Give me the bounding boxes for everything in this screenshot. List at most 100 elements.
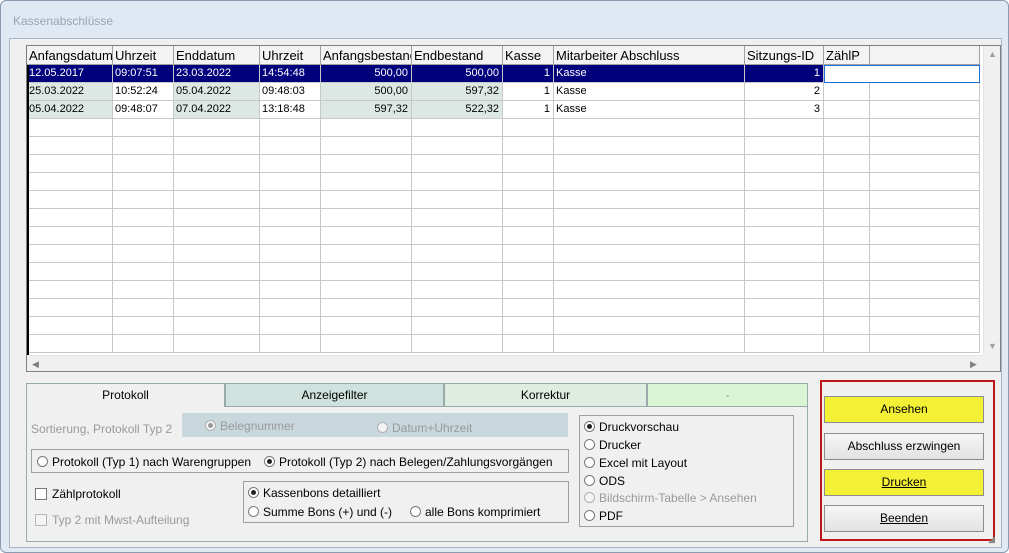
- cell-anfangsdatum[interactable]: [27, 317, 113, 335]
- typ1-radio[interactable]: Protokoll (Typ 1) nach Warengruppen: [37, 455, 251, 469]
- summe-bons-radio[interactable]: Summe Bons (+) und (-): [248, 505, 392, 519]
- cell-zaehlp[interactable]: [824, 137, 870, 155]
- cell-sitzungs-id[interactable]: [745, 173, 824, 191]
- cell-uhrzeit-start[interactable]: [113, 173, 174, 191]
- empty-table-row[interactable]: [27, 263, 980, 281]
- cell-uhrzeit-end[interactable]: [260, 281, 321, 299]
- cell-anfangsdatum[interactable]: 25.03.2022: [27, 83, 113, 101]
- cell-uhrzeit-start[interactable]: [113, 137, 174, 155]
- empty-table-row[interactable]: [27, 191, 980, 209]
- cell-empty[interactable]: [870, 281, 980, 299]
- cell-empty[interactable]: [870, 335, 980, 353]
- cell-mitarbeiter[interactable]: [554, 299, 745, 317]
- cell-uhrzeit-end[interactable]: [260, 137, 321, 155]
- cell-empty[interactable]: [870, 101, 980, 119]
- tab-protokoll[interactable]: Protokoll: [26, 383, 225, 409]
- cell-uhrzeit-start[interactable]: [113, 335, 174, 353]
- cell-sitzungs-id[interactable]: [745, 299, 824, 317]
- cell-mitarbeiter[interactable]: [554, 209, 745, 227]
- cell-anfangsbestand[interactable]: [321, 173, 412, 191]
- cell-uhrzeit-end[interactable]: [260, 173, 321, 191]
- abschluss-erzwingen-button[interactable]: Abschluss erzwingen: [824, 433, 984, 460]
- cell-sitzungs-id[interactable]: [745, 263, 824, 281]
- cell-uhrzeit-start[interactable]: [113, 227, 174, 245]
- cell-zaehlp[interactable]: [824, 155, 870, 173]
- cell-empty[interactable]: [870, 299, 980, 317]
- scroll-right-icon[interactable]: ▶: [965, 356, 982, 371]
- cell-empty[interactable]: [870, 119, 980, 137]
- cell-zaehlp[interactable]: [824, 83, 870, 101]
- cell-zaehlp[interactable]: [824, 335, 870, 353]
- cell-endbestand[interactable]: [412, 263, 503, 281]
- cell-enddatum[interactable]: [174, 119, 260, 137]
- col-zaehlp[interactable]: ZählP: [824, 46, 870, 65]
- cell-uhrzeit-start[interactable]: 09:48:07: [113, 101, 174, 119]
- cell-anfangsbestand[interactable]: 500,00: [321, 83, 412, 101]
- tab-anzeigefilter[interactable]: Anzeigefilter: [225, 383, 444, 407]
- table-row[interactable]: 12.05.2017 09:07:51 23.03.2022 14:54:48 500,…: [27, 65, 980, 83]
- cell-anfangsbestand[interactable]: [321, 335, 412, 353]
- empty-table-row[interactable]: [27, 317, 980, 335]
- horizontal-scrollbar[interactable]: ◀ ▶: [27, 355, 984, 371]
- cell-anfangsdatum[interactable]: [27, 209, 113, 227]
- empty-table-row[interactable]: [27, 209, 980, 227]
- cell-mitarbeiter[interactable]: [554, 191, 745, 209]
- cell-uhrzeit-end[interactable]: [260, 191, 321, 209]
- cell-anfangsdatum[interactable]: [27, 155, 113, 173]
- cell-uhrzeit-end[interactable]: [260, 335, 321, 353]
- col-enddatum[interactable]: Enddatum: [174, 46, 260, 65]
- cell-zaehlp[interactable]: [824, 227, 870, 245]
- cell-zaehlp[interactable]: [824, 209, 870, 227]
- cell-uhrzeit-end[interactable]: [260, 299, 321, 317]
- cell-empty[interactable]: [870, 173, 980, 191]
- col-sitzungs-id[interactable]: Sitzungs-ID: [745, 46, 824, 65]
- cell-kasse[interactable]: [503, 173, 554, 191]
- cell-sitzungs-id[interactable]: [745, 191, 824, 209]
- col-uhrzeit-start[interactable]: Uhrzeit: [113, 46, 174, 65]
- cell-empty[interactable]: [870, 191, 980, 209]
- cell-uhrzeit-end[interactable]: [260, 209, 321, 227]
- col-uhrzeit-end[interactable]: Uhrzeit: [260, 46, 321, 65]
- cell-sitzungs-id[interactable]: [745, 209, 824, 227]
- cell-mitarbeiter[interactable]: Kasse: [554, 65, 745, 83]
- cell-endbestand[interactable]: [412, 227, 503, 245]
- cell-endbestand[interactable]: [412, 299, 503, 317]
- cell-kasse[interactable]: [503, 191, 554, 209]
- cell-kasse[interactable]: [503, 281, 554, 299]
- cell-sitzungs-id[interactable]: [745, 227, 824, 245]
- cell-enddatum[interactable]: [174, 173, 260, 191]
- cell-kasse[interactable]: [503, 245, 554, 263]
- cell-sitzungs-id[interactable]: 2: [745, 83, 824, 101]
- cell-sitzungs-id[interactable]: [745, 335, 824, 353]
- cell-anfangsdatum[interactable]: [27, 119, 113, 137]
- cell-uhrzeit-start[interactable]: 10:52:24: [113, 83, 174, 101]
- cell-anfangsdatum[interactable]: 12.05.2017: [27, 65, 113, 83]
- empty-table-row[interactable]: [27, 227, 980, 245]
- cell-endbestand[interactable]: 500,00: [412, 65, 503, 83]
- out-ods-radio[interactable]: ODS: [584, 474, 625, 488]
- cell-anfangsbestand[interactable]: [321, 209, 412, 227]
- cell-anfangsbestand[interactable]: 500,00: [321, 65, 412, 83]
- scroll-up-icon[interactable]: ▲: [984, 46, 1000, 63]
- cell-uhrzeit-start[interactable]: 09:07:51: [113, 65, 174, 83]
- cell-anfangsdatum[interactable]: [27, 227, 113, 245]
- cell-enddatum[interactable]: [174, 263, 260, 281]
- cell-sitzungs-id[interactable]: [745, 281, 824, 299]
- cell-endbestand[interactable]: [412, 119, 503, 137]
- cell-enddatum[interactable]: [174, 317, 260, 335]
- cell-anfangsbestand[interactable]: [321, 263, 412, 281]
- out-excel-radio[interactable]: Excel mit Layout: [584, 456, 687, 470]
- cell-uhrzeit-start[interactable]: [113, 299, 174, 317]
- empty-table-row[interactable]: [27, 299, 980, 317]
- drucken-button[interactable]: Drucken: [824, 469, 984, 496]
- cell-uhrzeit-end[interactable]: [260, 155, 321, 173]
- cell-anfangsbestand[interactable]: [321, 245, 412, 263]
- cell-kasse[interactable]: 1: [503, 83, 554, 101]
- cell-sitzungs-id[interactable]: [745, 137, 824, 155]
- zaehlprotokoll-checkbox[interactable]: Zählprotokoll: [35, 487, 121, 501]
- cell-mitarbeiter[interactable]: [554, 227, 745, 245]
- cell-uhrzeit-start[interactable]: [113, 281, 174, 299]
- cell-anfangsdatum[interactable]: [27, 263, 113, 281]
- alle-bons-radio[interactable]: alle Bons komprimiert: [410, 505, 540, 519]
- table-row[interactable]: 05.04.2022 09:48:07 07.04.2022 13:18:48 597,…: [27, 101, 980, 119]
